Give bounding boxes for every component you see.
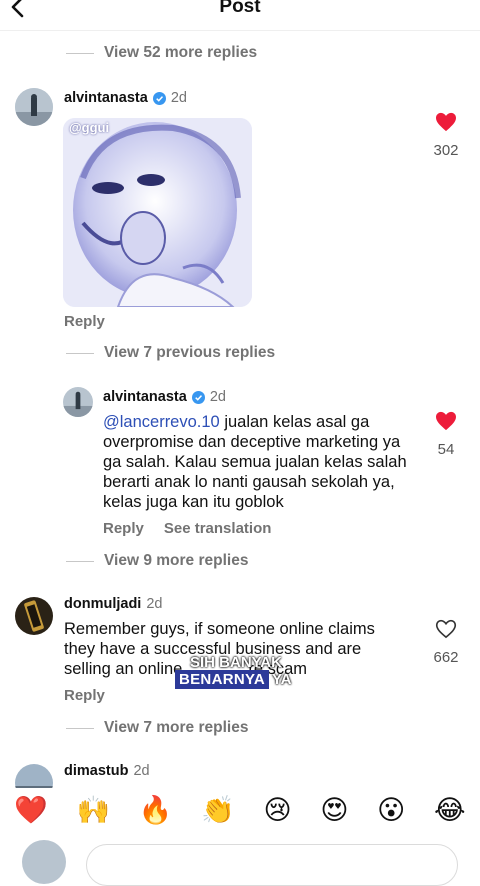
heart-eyes-emoji-button[interactable]: 😍	[320, 795, 348, 826]
sticker-watermark: @ggui	[69, 120, 110, 135]
verified-badge-icon	[152, 91, 166, 105]
avatar-photo-icon	[15, 88, 53, 126]
like-count: 54	[437, 441, 455, 458]
tears-of-joy-emoji-button[interactable]: 😂	[434, 795, 466, 826]
reply-text: @lancerrevo.10 jualan kelas asal ga over…	[103, 413, 407, 511]
post-header: Post	[0, 0, 480, 26]
like-count: 662	[433, 649, 459, 666]
sticker-image[interactable]: @ggui	[63, 118, 252, 307]
heart-outline-icon	[435, 619, 457, 639]
avatar[interactable]	[15, 88, 53, 126]
comment-input[interactable]	[86, 844, 458, 886]
verified-badge-icon	[191, 390, 205, 404]
raising-hands-emoji-button[interactable]: 🙌	[77, 794, 111, 826]
reply-button[interactable]: Reply	[64, 313, 105, 330]
reply-actions: Reply See translation	[103, 520, 271, 537]
reply-author[interactable]: alvintanasta 2d	[103, 389, 226, 405]
crying-face-emoji-button[interactable]: 😢	[264, 795, 292, 826]
heart-filled-icon	[436, 112, 456, 132]
like-button[interactable]: 54	[427, 411, 465, 458]
emoji-reaction-bar: ❤️ 🙌 🔥 👏 😢 😍 😮 😂	[0, 788, 480, 832]
video-caption-top: SIH BANYAK	[190, 654, 282, 671]
comment-author[interactable]: alvintanasta 2d	[64, 90, 187, 106]
fire-emoji-button[interactable]: 🔥	[139, 794, 173, 826]
video-caption: BENARNYA YA	[175, 670, 292, 689]
baby-laughing-sticker-icon	[63, 118, 252, 307]
page-title: Post	[219, 0, 261, 17]
avatar-book-icon	[15, 597, 53, 635]
mention-link[interactable]: @lancerrevo.10	[103, 413, 220, 431]
comment-composer	[0, 832, 480, 886]
avatar[interactable]	[63, 387, 93, 417]
view-more-replies[interactable]: View 7 more replies	[66, 719, 248, 737]
like-button[interactable]: 662	[427, 619, 465, 666]
avatar[interactable]	[15, 597, 53, 635]
comment-author[interactable]: donmuljadi 2d	[64, 596, 162, 612]
red-heart-emoji-button[interactable]: ❤️	[14, 794, 48, 826]
surprised-face-emoji-button[interactable]: 😮	[377, 795, 405, 826]
video-caption-suffix: YA	[272, 671, 292, 688]
header-divider	[0, 30, 480, 31]
view-more-replies-top[interactable]: View 52 more replies	[66, 44, 257, 62]
my-avatar	[22, 840, 66, 884]
view-previous-replies[interactable]: View 7 previous replies	[66, 344, 275, 362]
like-button[interactable]: 302	[427, 112, 465, 159]
view-more-replies[interactable]: View 9 more replies	[66, 552, 248, 570]
reply-button[interactable]: Reply	[103, 520, 144, 537]
like-count: 302	[433, 142, 459, 159]
avatar-photo-icon	[63, 387, 93, 417]
clapping-hands-emoji-button[interactable]: 👏	[201, 794, 235, 826]
reply-button[interactable]: Reply	[64, 687, 105, 704]
see-translation-button[interactable]: See translation	[164, 520, 272, 537]
video-caption-bottom: BENARNYA	[175, 670, 270, 689]
comment-author[interactable]: dimastub 2d	[64, 763, 150, 779]
heart-filled-icon	[436, 411, 456, 431]
